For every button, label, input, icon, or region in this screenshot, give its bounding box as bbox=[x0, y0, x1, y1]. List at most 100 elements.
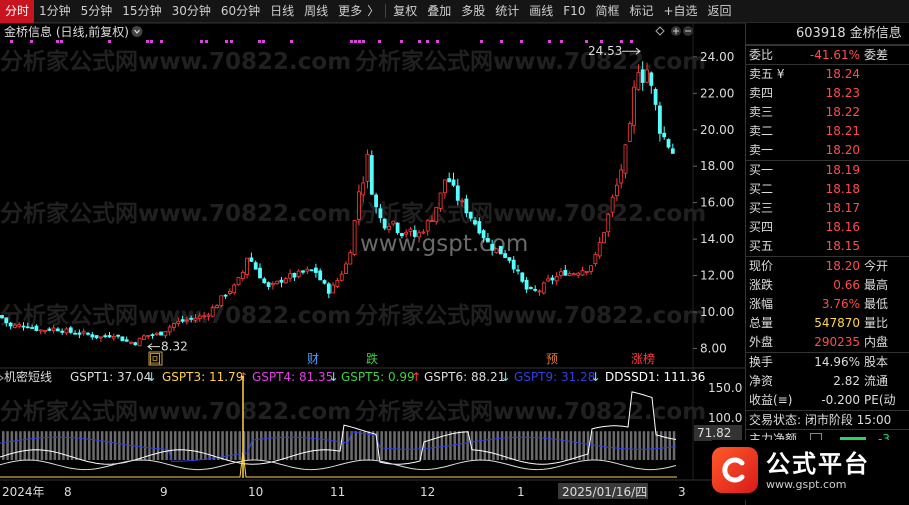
indicator-bar bbox=[612, 431, 616, 460]
more-chevron-icon[interactable]: 〉 bbox=[367, 0, 383, 23]
candle-body bbox=[210, 307, 215, 317]
indicator-bar bbox=[96, 431, 100, 460]
quote-label: 买二 bbox=[749, 182, 774, 196]
signal-dot bbox=[350, 40, 353, 43]
signal-dot bbox=[520, 40, 523, 43]
stats2-list: 换手 14.96% 股本 净资 2.82 流通 收益(≡) -0.200 PE(动 bbox=[746, 352, 909, 410]
candle-body bbox=[133, 342, 138, 346]
candle-body bbox=[451, 179, 456, 186]
quote-row: 现价 18.20 今开 bbox=[746, 257, 909, 276]
candle-body bbox=[636, 72, 641, 90]
candle-body bbox=[223, 294, 228, 297]
toolbar-item[interactable]: 返回 bbox=[703, 0, 737, 23]
toolbar-item[interactable]: 5分钟 bbox=[76, 0, 118, 23]
time-axis-label: 1 bbox=[517, 485, 525, 499]
time-axis-label: 9 bbox=[160, 485, 168, 499]
gspt6-line bbox=[0, 459, 677, 471]
quote-label: 涨幅 bbox=[749, 297, 774, 311]
weibi-row: 委比 -41.61% 委差 bbox=[746, 45, 909, 64]
indicator-bar bbox=[49, 431, 52, 460]
quote-row: 收益(≡) -0.200 PE(动 bbox=[746, 391, 909, 410]
quote-label: 买三 bbox=[749, 201, 774, 215]
candle-body bbox=[490, 243, 495, 251]
indicator-bar bbox=[83, 431, 87, 460]
toolbar-item[interactable]: 更多 bbox=[333, 0, 367, 23]
indicator-bar bbox=[92, 431, 95, 460]
stats-list: 现价 18.20 今开 涨跌 0.66 最高 涨幅 3.76% 最低 总量 547870 量比 外盘 29… bbox=[746, 256, 909, 352]
legend-arrow-icon: ↓ bbox=[329, 370, 339, 384]
watermark-center: www.gspt.com bbox=[360, 231, 528, 257]
indicator-bar bbox=[285, 431, 289, 460]
toolbar-item[interactable]: +自选 bbox=[658, 0, 702, 23]
indicator-bar bbox=[135, 431, 138, 460]
toolbar-item[interactable]: 统计 bbox=[490, 0, 524, 23]
quote-label: 卖五 ¥ bbox=[749, 67, 785, 81]
indicator-bar bbox=[260, 431, 263, 460]
toolbar-item[interactable]: 简框 bbox=[590, 0, 624, 23]
indicator-bar bbox=[320, 431, 323, 460]
indicator-bar bbox=[487, 431, 491, 460]
toolbar-item[interactable]: 叠加 bbox=[422, 0, 456, 23]
indicator-bar bbox=[113, 431, 117, 460]
candle-body bbox=[184, 319, 189, 322]
candle-body bbox=[64, 328, 69, 334]
candle-body bbox=[17, 324, 22, 327]
toolbar-item[interactable]: 30分钟 bbox=[167, 0, 216, 23]
indicator-bar bbox=[604, 431, 607, 460]
indicator-bar bbox=[371, 431, 375, 460]
candle-body bbox=[387, 225, 391, 230]
chart-area[interactable]: 分析家公式网www.70822.com 分析家公式网www.70822.com 分析… bbox=[0, 23, 745, 505]
candle-body bbox=[150, 334, 155, 337]
time-axis-label: 11 bbox=[330, 485, 345, 499]
candle-body bbox=[369, 155, 374, 195]
candle-body bbox=[219, 295, 224, 307]
indicator-bar bbox=[573, 431, 577, 460]
toolbar-item[interactable]: 1分钟 bbox=[34, 0, 76, 23]
time-axis-label: 8 bbox=[64, 485, 72, 499]
candle-body bbox=[606, 213, 611, 233]
quote-value: 18.23 bbox=[825, 86, 860, 100]
toolbar-item[interactable]: 复权 bbox=[388, 0, 422, 23]
candle-body bbox=[563, 270, 568, 276]
indicator-bar bbox=[75, 431, 78, 460]
indicator-bar bbox=[638, 431, 641, 460]
quote-value: 18.20 bbox=[825, 259, 860, 273]
candle-body bbox=[348, 252, 353, 265]
candle-body bbox=[275, 280, 280, 285]
quote-value: 18.18 bbox=[825, 182, 860, 196]
candle-body bbox=[176, 320, 181, 324]
candle-body bbox=[434, 206, 439, 223]
toolbar-item[interactable]: 标记 bbox=[624, 0, 658, 23]
toolbar-item[interactable]: 60分钟 bbox=[216, 0, 265, 23]
quote-label: 买四 bbox=[749, 220, 774, 234]
toolbar-item[interactable]: 画线 bbox=[524, 0, 558, 23]
indicator-bar bbox=[483, 431, 487, 460]
kline-chart[interactable]: 分析家公式网www.70822.com 分析家公式网www.70822.com分析… bbox=[0, 23, 745, 505]
indicator-bar bbox=[186, 431, 190, 460]
candle-body bbox=[81, 331, 86, 334]
candle-body bbox=[296, 270, 301, 278]
indicator-axis-label: 100.0 bbox=[708, 411, 742, 425]
indicator-bar bbox=[255, 431, 259, 460]
indicator-bar bbox=[414, 431, 418, 460]
candle-body bbox=[154, 332, 159, 335]
event-marker: 跌 bbox=[366, 351, 378, 366]
toolbar-item[interactable]: 多股 bbox=[456, 0, 490, 23]
toolbar-item[interactable]: 分时 bbox=[0, 0, 35, 23]
toolbar-item[interactable]: 日线 bbox=[265, 0, 299, 23]
toolbar-item[interactable]: F10 bbox=[558, 0, 590, 23]
watermark-text: 分析家公式网www.70822.com bbox=[355, 302, 706, 329]
indicator-bar bbox=[191, 431, 194, 460]
candle-body bbox=[516, 269, 520, 272]
candle-body bbox=[266, 282, 271, 287]
toolbar-item[interactable]: 周线 bbox=[299, 0, 333, 23]
time-axis-label: 3 bbox=[678, 485, 686, 499]
toolbar-item[interactable]: 15分钟 bbox=[117, 0, 166, 23]
min-arrow-icon bbox=[147, 343, 160, 350]
quote-label2: 最低 bbox=[864, 297, 889, 311]
signal-dot bbox=[200, 40, 203, 43]
indicator-bar bbox=[307, 431, 310, 460]
candle-body bbox=[47, 328, 52, 331]
candle-body bbox=[610, 196, 615, 213]
price-tick-label: 10.00 bbox=[700, 305, 734, 319]
